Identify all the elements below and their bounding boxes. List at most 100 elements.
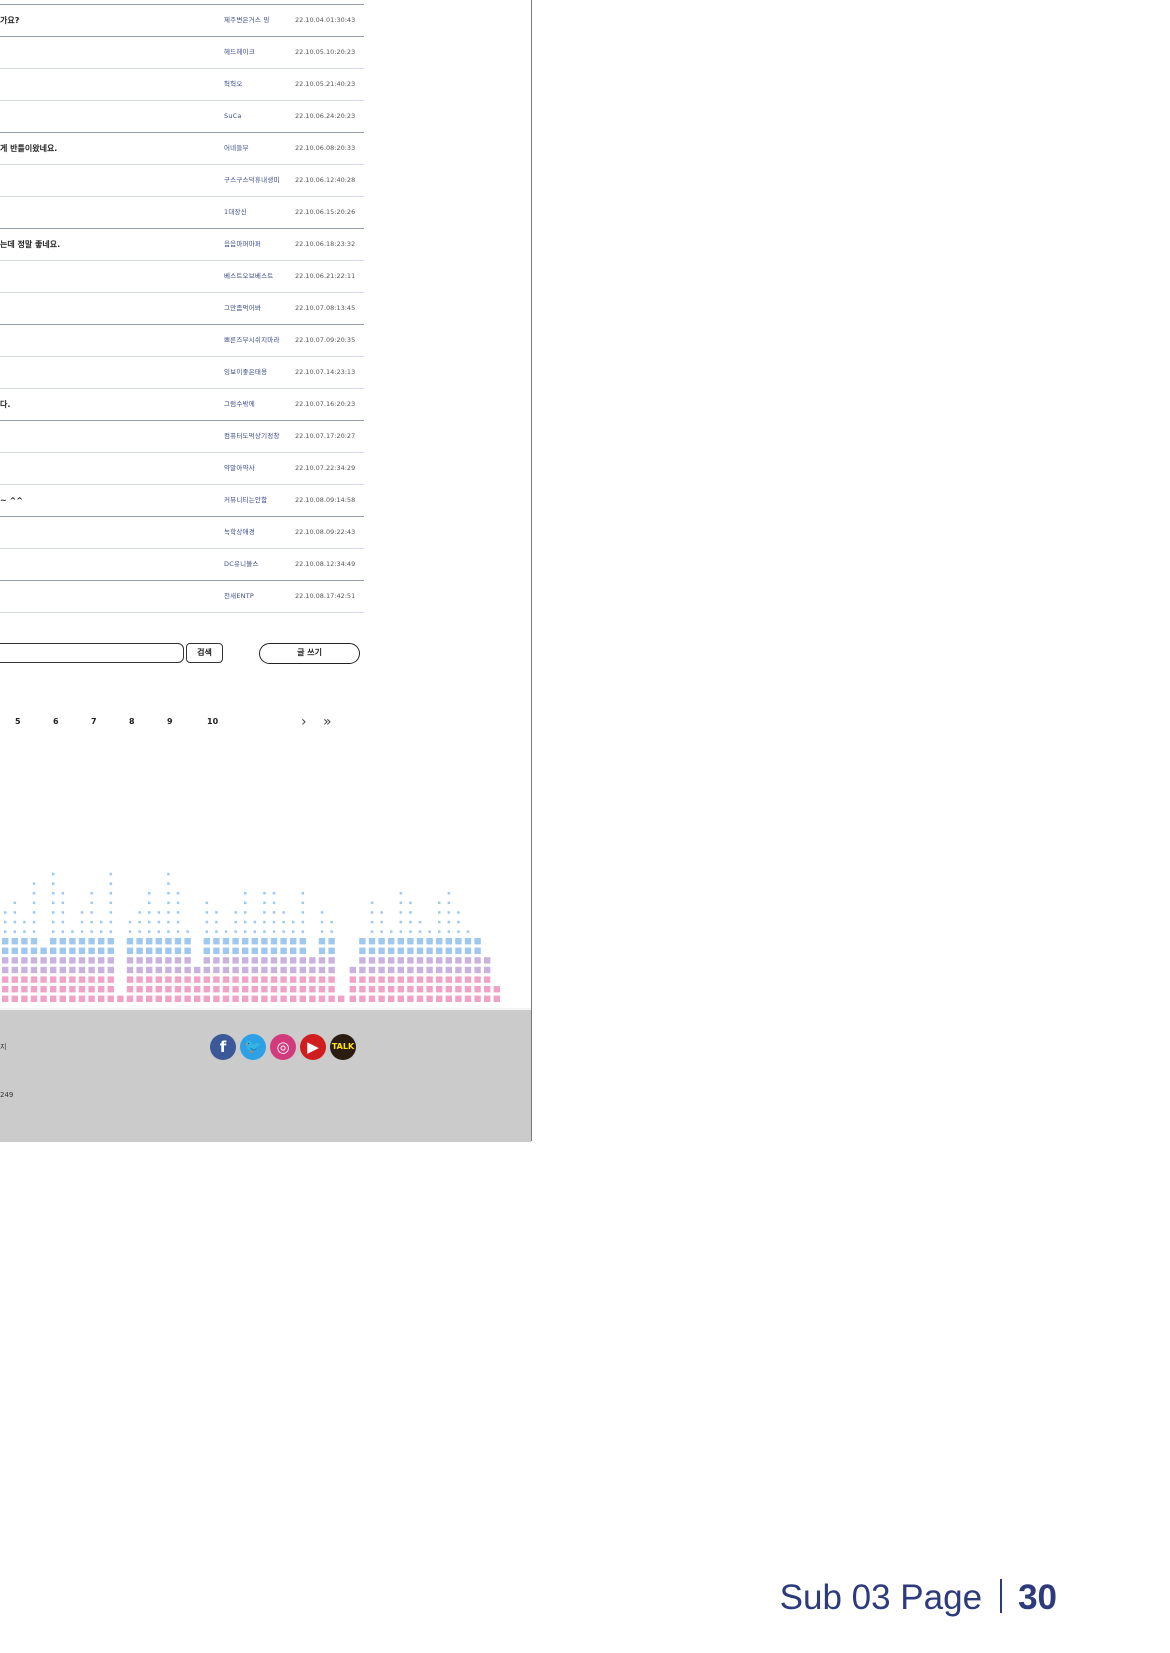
equalizer-cell [244,892,247,895]
equalizer-cell [194,986,201,993]
equalizer-cell [148,930,151,933]
page-link[interactable]: 9 [167,712,173,732]
post-title[interactable]: ~ ^^ [0,485,23,516]
board-row[interactable]: 게 반틀이왔네요. 어네들부 22.10.06.08:20:33 [0,133,364,165]
board-row[interactable]: 녹학상애경 22.10.08.09:22:43 [0,517,364,549]
equalizer-cell [50,976,57,983]
board-row[interactable]: 컴퓨터도먹상기정창 22.10.07.17:20:27 [0,421,364,453]
board-row[interactable]: 그만좀먹어봐 22.10.07.08:13:45 [0,293,364,325]
board-row[interactable]: 쁘른즈부시쉬지마라 22.10.07.09:20:35 [0,325,364,357]
equalizer-cell [416,986,424,993]
page-link[interactable]: 8 [129,712,135,732]
equalizer-cell [174,995,182,1002]
equalizer-cell [270,976,278,983]
board-row[interactable]: 천새ENTP 22.10.08.17:42:51 [0,581,364,613]
search-button[interactable]: 검색 [186,643,223,663]
equalizer-cell [251,938,258,945]
page-link[interactable]: 5 [15,712,21,732]
equalizer-cell [438,911,441,914]
equalizer-cell [359,976,366,983]
post-date: 22.10.05.21:40:23 [295,80,356,88]
equalizer-cell [464,986,472,993]
equalizer-cell [213,995,220,1002]
equalizer-cell [407,986,414,993]
equalizer-cell [474,957,481,964]
equalizer-cell [261,947,268,954]
board-row[interactable]: 헤드헤이크 22.10.05.10:20:23 [0,37,364,69]
post-title[interactable]: 게 반틀이왔네요. [0,133,57,164]
post-title[interactable]: 다. [0,389,10,420]
equalizer-cell [251,947,258,954]
post-title[interactable]: 는데 정말 좋네요. [0,229,60,260]
equalizer-cell [330,930,333,933]
equalizer-cell [90,892,93,895]
equalizer-cell [359,938,366,945]
equalizer-cell [474,938,481,945]
equalizer-cell [136,986,143,993]
board-row[interactable]: DC유니볼스 22.10.08.12:34:49 [0,549,364,581]
board-row[interactable]: 헉헉오 22.10.05.21:40:23 [0,69,364,101]
next-page-icon[interactable]: › [301,712,307,732]
equalizer-cell [194,976,201,983]
instagram-icon[interactable]: ◎ [270,1034,296,1060]
board-row[interactable]: ~ ^^ 커뮤니티는안함 22.10.08.09:14:58 [0,485,364,517]
equalizer-cell [109,911,113,914]
equalizer-cell [436,957,443,964]
equalizer-cell [409,911,412,914]
equalizer-cell [109,901,113,905]
board-row[interactable]: 1대장신 22.10.06.15:20:26 [0,197,364,229]
page-number: 30 [1018,1578,1057,1617]
equalizer-cell [242,966,249,974]
post-author: 천새ENTP [224,592,255,600]
search-input[interactable] [0,643,184,663]
kakaotalk-icon[interactable]: TALK [330,1034,356,1060]
board-row[interactable]: 잉보이좋은태용 22.10.07.14:23:13 [0,357,364,389]
equalizer-cell [338,995,345,1002]
board-row[interactable]: SuCa 22.10.06.24:20:23 [0,101,364,133]
equalizer-cell [213,976,220,983]
equalizer-cell [30,995,38,1002]
equalizer-cell [370,930,374,933]
equalizer-cell [270,995,278,1002]
equalizer-cell [388,976,395,983]
equalizer-cell [4,920,7,924]
post-date: 22.10.07.09:20:35 [295,336,356,344]
equalizer-cell [30,947,38,954]
board-row[interactable]: 다. 그럼수밖에 22.10.07.16:20:23 [0,389,364,421]
equalizer-cell [98,938,105,945]
equalizer-cell [328,986,335,993]
equalizer-cell [438,930,441,933]
post-date: 22.10.04.01:30:43 [295,16,356,24]
equalizer-cell [107,966,114,974]
board-row[interactable]: 구스구스덕휴내생미 22.10.06.12:40:28 [0,165,364,197]
equalizer-cell [157,930,161,933]
equalizer-cell [222,966,230,974]
equalizer-cell [88,976,95,983]
facebook-icon[interactable]: f [210,1034,236,1060]
twitter-icon[interactable]: 🐦 [240,1034,266,1060]
youtube-icon[interactable]: ▶ [300,1034,326,1060]
board-row[interactable]: 는데 정말 좋네요. 음음마퍼마퍼 22.10.06.18:23:32 [0,229,364,261]
board-row[interactable]: 가요? 제주변은거스 핑 22.10.04.01:30:43 [0,5,364,37]
equalizer-cell [309,995,316,1002]
post-date: 22.10.06.12:40:28 [295,176,356,184]
equalizer-cell [445,938,452,945]
board-row[interactable]: 베스트오브베스트 22.10.06.21:22:11 [0,261,364,293]
equalizer-cell [242,947,249,954]
equalizer-cell [98,986,105,993]
post-title[interactable]: 가요? [0,5,19,36]
equalizer-cell [299,957,306,964]
equalizer-cell [155,995,162,1002]
equalizer-cell [52,892,55,895]
page-link[interactable]: 6 [53,712,59,732]
equalizer-cell [399,911,403,914]
post-author: SuCa [224,112,242,120]
page-link[interactable]: 10 [207,712,218,732]
write-button[interactable]: 글 쓰기 [259,643,360,664]
equalizer-cell [272,892,276,895]
last-page-icon[interactable]: » [323,712,332,732]
equalizer-cell [301,930,305,933]
board-row[interactable]: 약말아약사 22.10.07.22:34:29 [0,453,364,485]
equalizer-cell [176,911,180,914]
page-link[interactable]: 7 [91,712,97,732]
